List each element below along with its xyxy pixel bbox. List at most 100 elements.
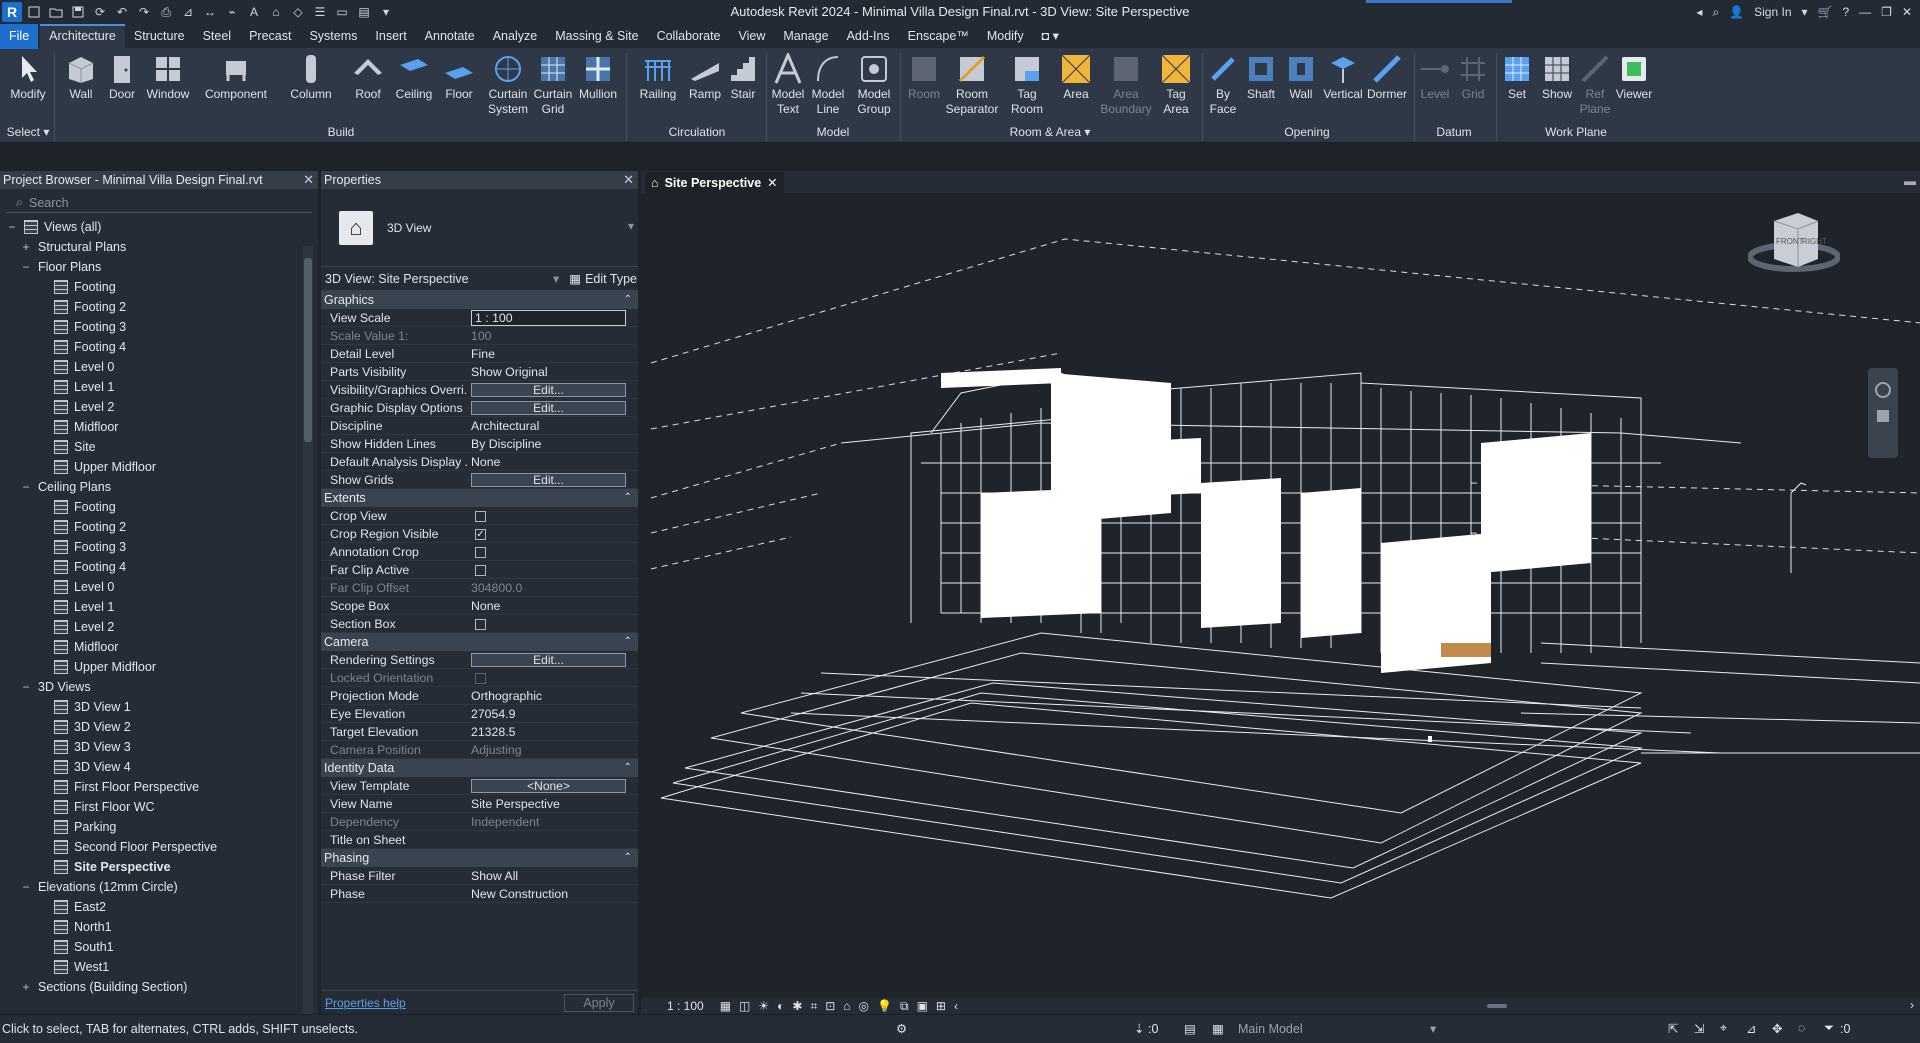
tree-item[interactable]: Midfloor — [36, 637, 118, 657]
select-links-icon[interactable]: ⇱ — [1668, 1021, 1678, 1036]
tree-item[interactable]: Footing 3 — [36, 317, 126, 337]
customize-qat-icon[interactable]: ▾ — [376, 3, 396, 21]
window-button[interactable]: Window — [144, 53, 192, 102]
chevron-down-icon[interactable]: ▾ — [1802, 5, 1808, 19]
curtain-grid-button[interactable]: Curtain Grid — [534, 53, 572, 117]
modify-button[interactable]: Modify — [6, 53, 50, 102]
room-separator-button[interactable]: Room Separator — [944, 53, 1000, 117]
revit-logo[interactable]: R — [2, 2, 22, 22]
redo-icon[interactable]: ↷ — [134, 3, 154, 21]
expand-icon[interactable]: + — [20, 237, 32, 257]
editing-requests-icon[interactable]: ⇣ — [1134, 1021, 1144, 1036]
collapse-icon[interactable]: ⌃ — [624, 489, 632, 507]
tree-item[interactable]: Level 2 — [36, 397, 114, 417]
mullion-button[interactable]: Mullion — [576, 53, 620, 102]
design-options-icon[interactable]: ▤ — [1184, 1021, 1196, 1036]
property-value[interactable]: Fine — [471, 347, 495, 361]
property-checkbox[interactable]: ✓ — [475, 529, 486, 540]
sign-in-link[interactable]: Sign In — [1754, 5, 1791, 19]
tree-item[interactable]: 3D View 4 — [36, 757, 131, 777]
apply-button[interactable]: Apply — [564, 993, 634, 1012]
tree-item[interactable]: East2 — [36, 897, 106, 917]
tree-group[interactable]: −3D Views — [20, 677, 90, 697]
zoom-icon[interactable] — [1877, 410, 1889, 422]
tab-add-ins[interactable]: Add-Ins — [838, 24, 899, 49]
tree-group[interactable]: − Ceiling Plans — [20, 477, 110, 497]
filter-icon[interactable]: ⏷ — [1824, 1021, 1834, 1036]
tree-item[interactable]: Level 0 — [36, 577, 114, 597]
property-edit-button[interactable]: Edit... — [471, 473, 626, 487]
viewport-scrollbar[interactable] — [1910, 193, 1920, 998]
close-icon[interactable]: ✕ — [623, 171, 634, 189]
tree-item[interactable]: Footing 3 — [36, 537, 126, 557]
property-group-header[interactable]: Camera ⌃ — [321, 633, 638, 651]
tab-site-perspective[interactable]: ⌂ Site Perspective ✕ — [645, 172, 784, 193]
type-selector[interactable]: ⌂ 3D View ▾ — [321, 189, 638, 267]
wall-opening-button[interactable]: Wall — [1282, 53, 1320, 102]
tree-item[interactable]: Footing 4 — [36, 557, 126, 577]
collapse-icon[interactable]: − — [20, 477, 32, 497]
tree-item[interactable]: Level 2 — [36, 617, 114, 637]
stair-button[interactable]: Stair — [726, 53, 760, 102]
restore-icon[interactable]: ❐ — [1881, 5, 1892, 19]
edit-type-button[interactable]: Edit Type — [585, 272, 637, 286]
expand-icon[interactable]: + — [20, 977, 32, 997]
analytical-model-icon[interactable]: ▣ — [917, 999, 928, 1013]
tree-item[interactable]: Footing — [36, 277, 116, 297]
collapse-icon[interactable]: ⌃ — [624, 759, 632, 777]
property-value[interactable]: By Discipline — [471, 437, 541, 451]
ribbon-display-toggle[interactable]: ◘ ▾ — [1033, 24, 1068, 49]
collapse-icon[interactable]: − — [20, 677, 32, 697]
property-group-header[interactable]: Identity Data ⌃ — [321, 759, 638, 777]
tag-area-button[interactable]: Tag Area — [1156, 53, 1196, 117]
sun-path-icon[interactable]: ☀ — [758, 999, 769, 1013]
tab-insert[interactable]: Insert — [366, 24, 415, 49]
arrow-left-icon[interactable]: ◂ — [1696, 5, 1702, 19]
worksharing-icon[interactable]: ⧉ — [900, 999, 909, 1014]
select-underlay-icon[interactable]: ⇲ — [1694, 1021, 1704, 1036]
tree-group[interactable]: − Elevations (12mm Circle) — [20, 877, 177, 897]
tree-item[interactable]: 3D View 1 — [36, 697, 131, 717]
tree-group[interactable]: + Structural Plans — [20, 237, 126, 257]
temp-hide-icon[interactable]: ◎ — [859, 999, 869, 1013]
crop-view-icon[interactable]: ⌗ — [810, 999, 817, 1014]
property-value[interactable]: 21328.5 — [471, 725, 515, 739]
tree-item[interactable]: First Floor Perspective — [36, 777, 199, 797]
shadows-icon[interactable]: ◐ — [777, 999, 784, 1013]
curtain-system-button[interactable]: Curtain System — [484, 53, 532, 117]
view-scale[interactable]: 1 : 100 — [667, 999, 704, 1013]
tab-modify[interactable]: Modify — [978, 24, 1033, 49]
collapse-icon[interactable]: ⌃ — [624, 849, 632, 867]
vertical-opening-button[interactable]: Vertical — [1322, 53, 1364, 102]
tab-manage[interactable]: Manage — [774, 24, 837, 49]
drag-elements-icon[interactable]: ✥ — [1772, 1021, 1782, 1036]
chevron-right-icon[interactable]: › — [1910, 998, 1914, 1012]
tree-item[interactable]: First Floor WC — [36, 797, 155, 817]
properties-help-link[interactable]: Properties help — [325, 996, 406, 1010]
property-edit-button[interactable]: Edit... — [471, 383, 626, 397]
property-group-header[interactable]: Phasing ⌃ — [321, 849, 638, 867]
collapse-icon[interactable]: − — [20, 877, 32, 897]
tree-item[interactable]: 3D View 2 — [36, 717, 131, 737]
column-button[interactable]: Column — [284, 53, 338, 102]
shaft-button[interactable]: Shaft — [1242, 53, 1280, 102]
print-icon[interactable]: ⎙ — [156, 3, 176, 21]
property-input[interactable]: 1 : 100 — [471, 310, 626, 326]
cart-icon[interactable]: 🛒 — [1818, 5, 1833, 19]
open-icon[interactable] — [46, 3, 66, 21]
tree-item[interactable]: Level 0 — [36, 357, 114, 377]
property-checkbox[interactable] — [475, 547, 486, 558]
property-value[interactable]: None — [471, 455, 500, 469]
tree-item[interactable]: Footing 4 — [36, 337, 126, 357]
tree-item[interactable]: Level 1 — [36, 377, 114, 397]
horizontal-scroll-thumb[interactable] — [1487, 1004, 1507, 1008]
tab-collaborate[interactable]: Collaborate — [648, 24, 730, 49]
dormer-button[interactable]: Dormer — [1364, 53, 1410, 102]
model-line-button[interactable]: Model Line — [810, 53, 846, 117]
tab-steel[interactable]: Steel — [194, 24, 241, 49]
tree-item[interactable]: Second Floor Perspective — [36, 837, 217, 857]
room-button[interactable]: Room — [906, 53, 942, 102]
render-icon[interactable]: ✱ — [792, 999, 802, 1013]
floor-button[interactable]: Floor — [440, 53, 478, 102]
instance-dropdown[interactable]: 3D View: Site Perspective — [325, 272, 553, 286]
